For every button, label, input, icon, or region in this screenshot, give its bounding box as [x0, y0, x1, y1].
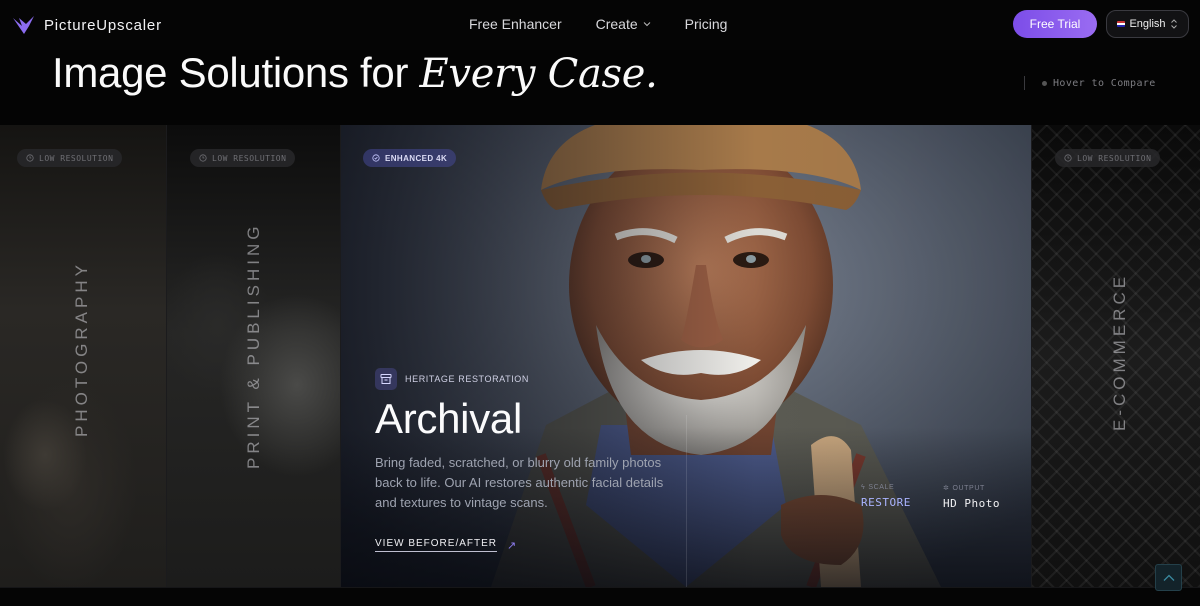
cta-label: VIEW BEFORE/AFTER: [375, 538, 498, 552]
brand-logo[interactable]: PictureUpscaler: [12, 14, 162, 36]
nav-link-label: Pricing: [684, 16, 728, 32]
badge-label: LOW RESOLUTION: [1077, 153, 1152, 163]
clock-icon: [199, 154, 207, 162]
section-bottom-edge: [0, 587, 1200, 606]
hover-to-compare-hint: Hover to Compare: [1042, 78, 1156, 89]
panel-print-publishing[interactable]: LOW RESOLUTION PRINT & PUBLISHING: [167, 125, 341, 587]
output-key-label: OUTPUT: [952, 484, 985, 492]
category-label: HERITAGE RESTORATION: [405, 374, 530, 384]
top-navigation: PictureUpscaler Free Enhancer Create Pri…: [0, 0, 1200, 50]
sort-chevrons-icon: [1170, 19, 1177, 29]
scale-info: ϟ SCALE RESTORE: [861, 484, 911, 509]
language-selector[interactable]: English: [1106, 10, 1189, 38]
chevron-up-icon: [1163, 574, 1174, 581]
brand-name: PictureUpscaler: [44, 16, 162, 34]
headline-italic: Every Case.: [419, 51, 658, 97]
dot-icon: [1042, 81, 1047, 86]
bolt-icon: ϟ: [861, 484, 866, 491]
hover-hint-label: Hover to Compare: [1053, 78, 1156, 89]
panel-description: Bring faded, scratched, or blurry old fa…: [375, 455, 664, 510]
low-resolution-badge: LOW RESOLUTION: [1055, 149, 1161, 167]
bird-logo-icon: [13, 16, 34, 34]
low-resolution-badge: LOW RESOLUTION: [190, 149, 296, 167]
badge-label: ENHANCED 4K: [385, 153, 448, 163]
free-trial-button[interactable]: Free Trial: [1013, 10, 1097, 38]
panel-ecommerce[interactable]: LOW RESOLUTION E-COMMERCE: [1032, 125, 1200, 587]
panel-photography[interactable]: LOW RESOLUTION PHOTOGRAPHY: [0, 125, 167, 587]
view-before-after-link[interactable]: VIEW BEFORE/AFTER ↗: [375, 538, 516, 552]
nav-link-label: Create: [595, 16, 638, 32]
nav-link-create[interactable]: Create: [596, 16, 651, 32]
nav-link-label: Free Enhancer: [469, 16, 562, 32]
scale-key: ϟ SCALE: [861, 484, 911, 491]
compare-divider[interactable]: [686, 415, 687, 587]
scale-value: RESTORE: [861, 496, 911, 509]
page-title: Image Solutions for Every Case.: [52, 49, 658, 97]
badge-label: LOW RESOLUTION: [212, 153, 287, 163]
badge-label: LOW RESOLUTION: [39, 153, 114, 163]
output-key: ✲ OUTPUT: [943, 484, 1000, 493]
headline-plain: Image Solutions for: [52, 49, 420, 96]
panel-label-ecommerce: E-COMMERCE: [1110, 272, 1129, 431]
chevron-down-icon: [643, 22, 650, 27]
sparkle-icon: ✲: [943, 485, 950, 492]
clock-icon: [26, 154, 34, 162]
check-circle-icon: [372, 154, 380, 162]
arrow-up-right-icon: ↗: [507, 539, 517, 552]
nav-link-pricing[interactable]: Pricing: [685, 16, 728, 32]
panel-label-print-publishing: PRINT & PUBLISHING: [244, 222, 263, 469]
category-row: HERITAGE RESTORATION: [375, 368, 529, 390]
language-label: English: [1129, 18, 1166, 30]
divider: [1024, 76, 1025, 90]
output-info: ✲ OUTPUT HD Photo: [943, 484, 1000, 511]
clock-icon: [1064, 154, 1072, 162]
nav-link-free-enhancer[interactable]: Free Enhancer: [469, 16, 562, 32]
archive-box-icon: [375, 368, 397, 390]
output-value: HD Photo: [943, 497, 1000, 510]
panel-title: Archival: [375, 395, 522, 442]
panel-archival[interactable]: ENHANCED 4K HERITAGE RESTORATION Archiva…: [341, 125, 1032, 587]
enhanced-badge: ENHANCED 4K: [363, 149, 457, 167]
panel-label-photography: PHOTOGRAPHY: [72, 261, 91, 437]
low-resolution-badge: LOW RESOLUTION: [17, 149, 123, 167]
nav-links: Free Enhancer Create Pricing: [469, 16, 727, 32]
flag-icon: [1117, 21, 1126, 27]
scale-key-label: SCALE: [868, 484, 895, 491]
scroll-to-top-button[interactable]: [1155, 564, 1182, 591]
